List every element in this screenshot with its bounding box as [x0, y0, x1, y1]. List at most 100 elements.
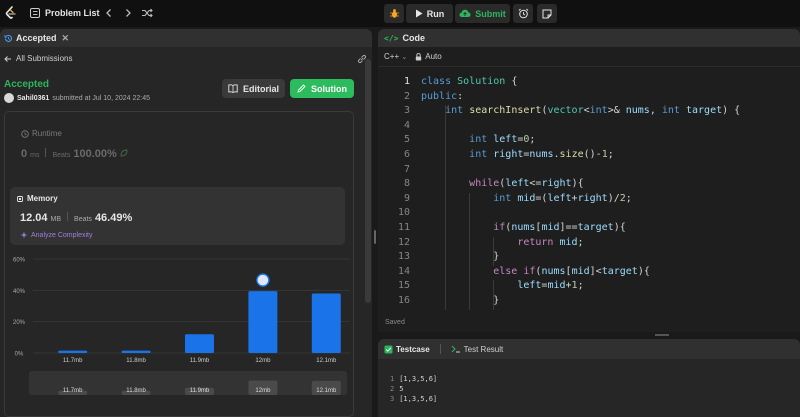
analyze-complexity-link[interactable]: Analyze Complexity [20, 231, 92, 239]
code-text: public: [421, 90, 464, 102]
line-number: 9 [403, 192, 410, 204]
runtime-card[interactable]: Runtime 0 ms Beats 100.00% [15, 121, 335, 181]
line-number: 12 [397, 236, 410, 248]
code-line[interactable]: 10 [378, 207, 800, 222]
chevron-down-icon: ⌄ [401, 54, 408, 61]
close-icon[interactable]: ✕ [62, 33, 70, 44]
user-marker-avatar [256, 273, 270, 287]
clock-icon [21, 129, 29, 138]
memory-card[interactable]: Memory 12.04 MB Beats 46.49% Analyze Com… [10, 187, 345, 245]
shuffle-icon[interactable] [141, 7, 153, 19]
runtime-number: 0 [21, 148, 28, 160]
submitted-at: submitted at Jul 10, 2024 22:45 [52, 94, 150, 102]
all-submissions-link[interactable]: All Submissions [4, 54, 72, 63]
top-bar: Problem List Run Submit [0, 0, 800, 27]
left-scrollbar[interactable] [365, 59, 371, 303]
username-link[interactable]: Sahil0361 [17, 95, 49, 102]
code-line[interactable]: 13 } [378, 251, 800, 266]
arrow-left-icon [4, 55, 11, 62]
divider [67, 212, 69, 221]
code-line[interactable]: 15 left=mid+1; [378, 280, 800, 295]
code-line[interactable]: 5 int left=0; [378, 134, 800, 149]
problem-list-link[interactable]: Problem List [45, 8, 100, 18]
code-editor[interactable]: 1 class Solution {2 public: 3 int searchIns… [378, 72, 800, 314]
code-line[interactable]: 6 int right=nums.size()-1; [378, 149, 800, 164]
chevron-right-icon[interactable] [122, 7, 134, 19]
line-number: 15 [397, 280, 410, 292]
tab-accepted[interactable]: Accepted ✕ [4, 33, 69, 44]
tab-test-result[interactable]: Test Result [451, 344, 504, 354]
chart-bar [311, 293, 341, 353]
y-tick-label: 40% [13, 289, 26, 295]
code-text: int right=nums.size()-1; [469, 149, 614, 160]
notes-button[interactable] [537, 4, 557, 23]
analyze-complexity-label: Analyze Complexity [31, 231, 93, 239]
code-line[interactable]: 3 int searchInsert(vector<int>& nums, in… [378, 105, 800, 120]
timer-button[interactable] [513, 4, 533, 23]
code-line[interactable]: 2 public: [378, 91, 800, 106]
chart-bar [248, 291, 278, 353]
code-line[interactable]: 12 return mid; [378, 237, 800, 252]
overview-label: 11.7mb [63, 388, 83, 394]
line-number: 16 [397, 295, 410, 306]
y-tick-label: 20% [13, 320, 26, 326]
run-controls: Run Submit [384, 4, 510, 23]
overview-label: 11.8mb [126, 388, 146, 394]
line-number: 2 [403, 90, 410, 102]
leetcode-logo-icon[interactable] [4, 6, 18, 20]
submission-status: Accepted [4, 79, 50, 90]
runtime-label-text: Runtime [32, 129, 62, 138]
debug-button[interactable] [384, 4, 404, 23]
chevron-left-icon[interactable] [103, 7, 115, 19]
mode-toggle[interactable]: Auto [415, 52, 442, 61]
submit-label: Submit [475, 8, 506, 19]
tab-testcase[interactable]: Testcase [384, 345, 430, 354]
testcase-value: [1,3,5,6] [399, 375, 438, 383]
avatar[interactable] [4, 93, 14, 103]
line-number: 8 [403, 178, 410, 190]
submit-button[interactable]: Submit [455, 4, 510, 23]
code-tab-label: Code [402, 33, 425, 43]
indent-guide [445, 105, 446, 310]
testcase-line: 1 [1,3,5,6] [390, 375, 437, 385]
language-label: C++ [384, 52, 400, 61]
code-line[interactable]: 4 [378, 120, 800, 135]
checkbox-icon [384, 345, 393, 353]
indent-guide [493, 280, 494, 310]
tab-accepted-label: Accepted [16, 33, 57, 43]
language-select[interactable]: C++ ⌄ [384, 52, 407, 61]
terminal-icon [451, 345, 460, 353]
line-number: 5 [403, 134, 410, 146]
memory-number: 12.04 [20, 212, 48, 224]
code-line[interactable]: 11 if(nums[mid]==target){ [378, 222, 800, 237]
editorial-label: Editorial [242, 83, 279, 94]
panel-resize-handle[interactable] [373, 230, 377, 244]
testcase-line-number: 3 [390, 395, 395, 403]
list-icon[interactable] [30, 8, 40, 18]
book-icon [228, 84, 238, 93]
code-text: int left=0; [469, 134, 536, 146]
x-tick-label: 11.7mb [63, 358, 83, 364]
code-line[interactable]: 1 class Solution { [378, 76, 800, 91]
solution-label: Solution [311, 83, 347, 94]
tab-test-result-label: Test Result [463, 344, 504, 354]
code-line[interactable]: 14 else if(nums[mid]<target){ [378, 266, 800, 281]
testcase-panel: Testcase Test Result 1 [1,3,5,6] 2 5 3 [1,3,5… [378, 339, 800, 417]
code-text: else if(nums[mid]<target){ [493, 265, 650, 277]
code-line[interactable]: 7 [378, 164, 800, 179]
testcase-input[interactable]: 1 [1,3,5,6] 2 5 3 [1,3,5,6] [390, 375, 437, 405]
chart-bar [185, 334, 214, 353]
stats-box: Runtime 0 ms Beats 100.00% Memory 12.04 … [4, 111, 354, 417]
chart-bar [121, 350, 151, 353]
solution-button[interactable]: Solution [290, 79, 354, 98]
editorial-button[interactable]: Editorial [222, 79, 285, 98]
sparkle-icon [20, 231, 28, 239]
run-button[interactable]: Run [406, 4, 453, 23]
code-tab[interactable]: </> Code [378, 29, 800, 47]
code-line[interactable]: 9 int mid=(left+right)/2; [378, 193, 800, 208]
code-text: int searchInsert(vector<int>& nums, int … [445, 105, 741, 117]
memory-label-text: Memory [27, 194, 58, 203]
code-line[interactable]: 8 while(left<=right){ [378, 178, 800, 193]
code-line[interactable]: 16 } [378, 295, 800, 310]
vertical-resize-handle[interactable] [655, 334, 669, 336]
